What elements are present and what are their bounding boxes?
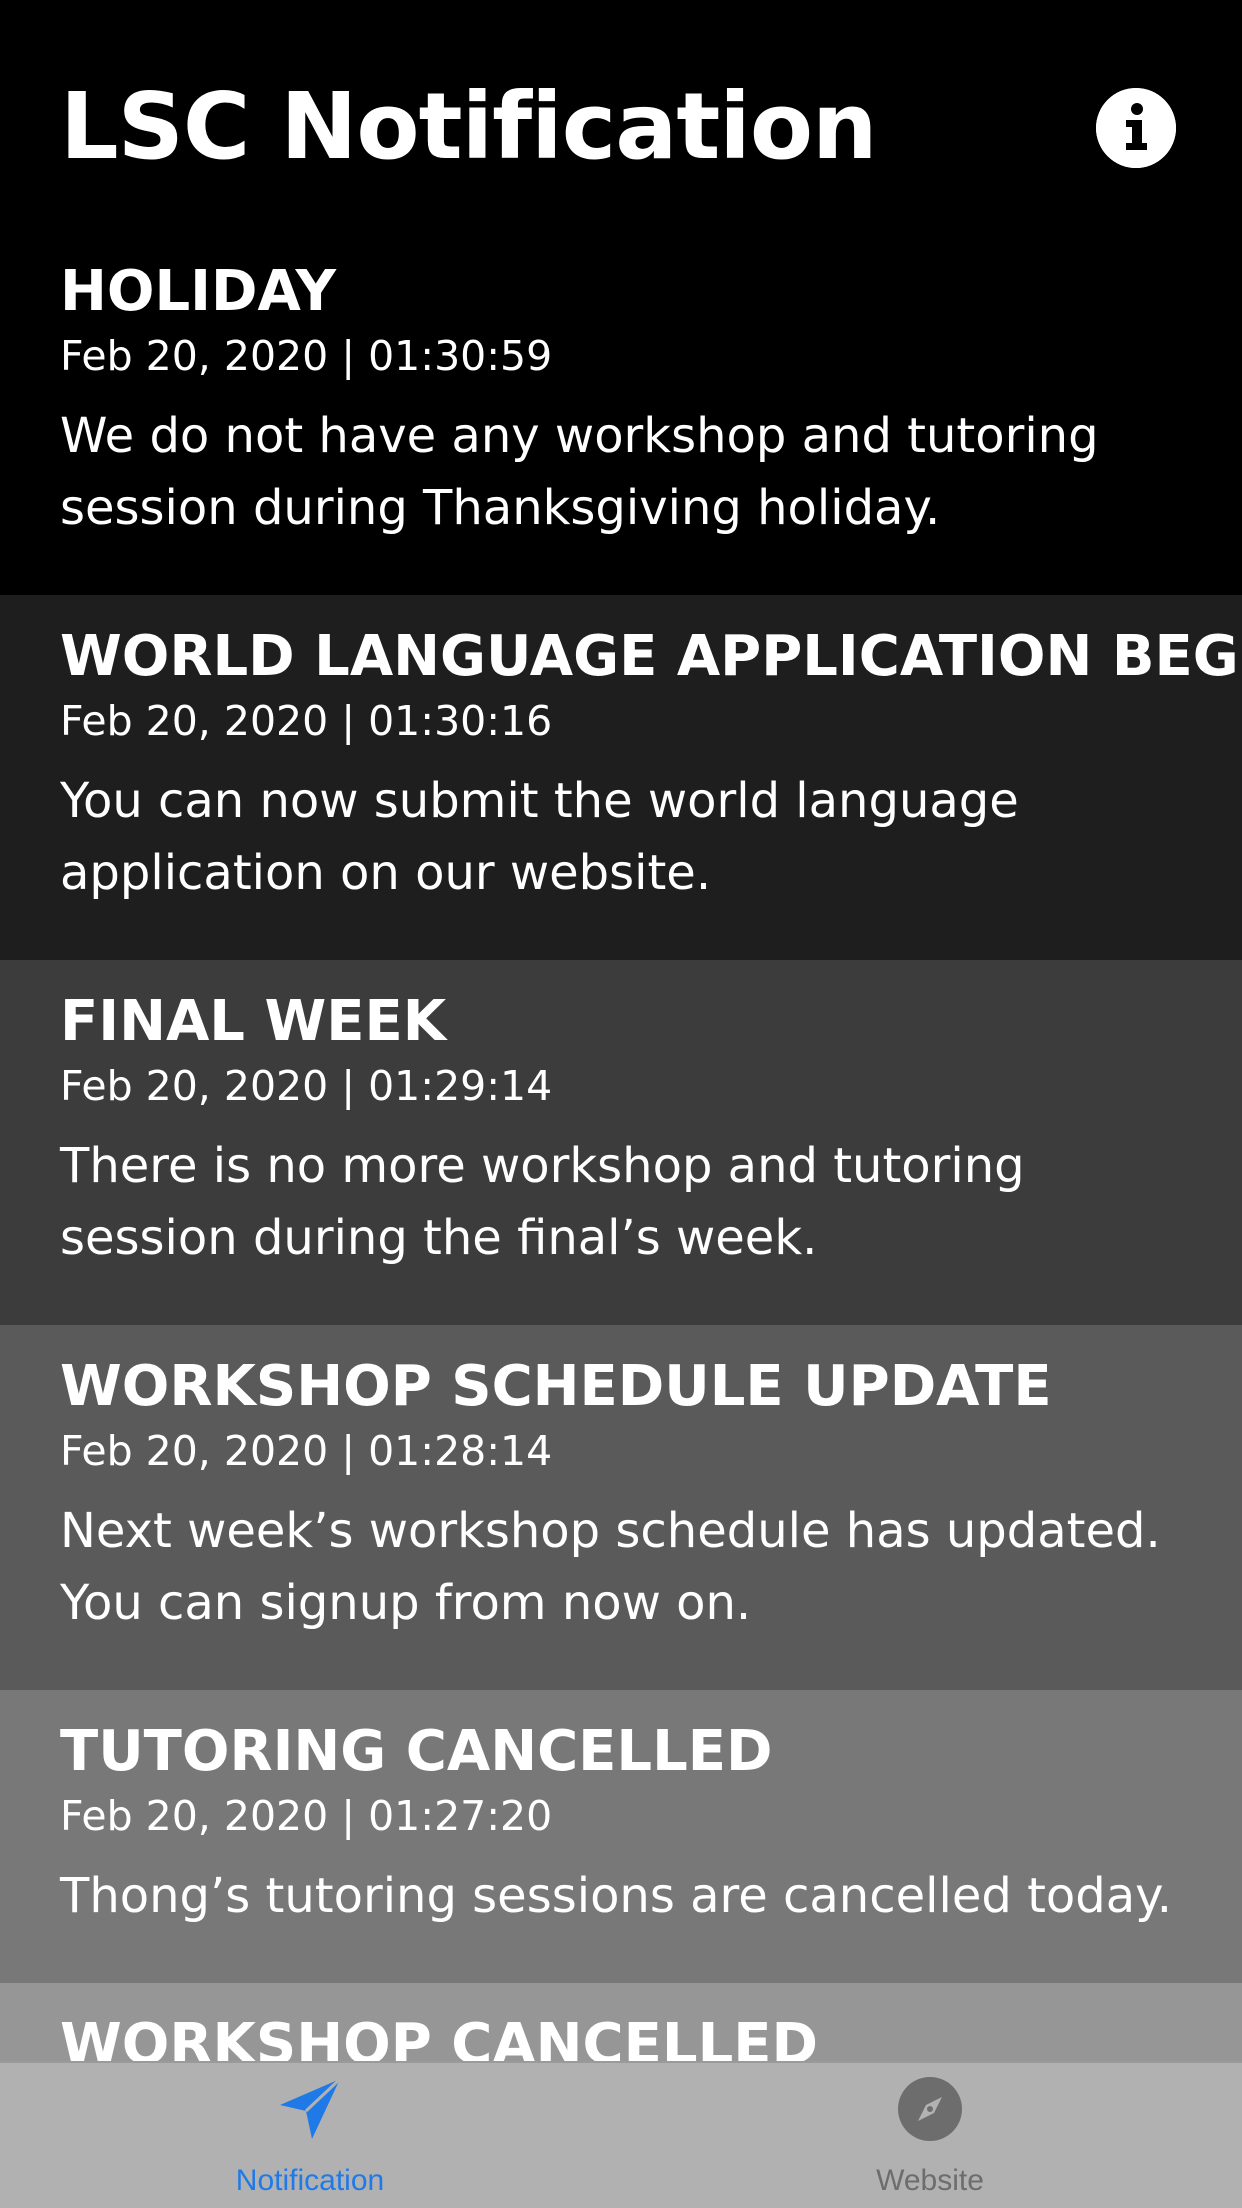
paper-plane-icon: [280, 2077, 342, 2139]
info-icon: [1096, 88, 1176, 168]
notification-body: You can now submit the world language ap…: [60, 773, 1019, 901]
notification-body: We do not have any workshop and tutoring…: [60, 408, 1099, 536]
notification-timestamp: Feb 20, 2020 | 01:28:14: [60, 1427, 553, 1475]
tab-website[interactable]: Website: [780, 2063, 1080, 2208]
notification-body: Next week’s workshop schedule has update…: [60, 1503, 1161, 1631]
notification-card[interactable]: TUTORING CANCELLED Feb 20, 2020 | 01:27:…: [0, 1690, 1242, 1983]
tab-bar: Notification Website: [0, 2061, 1242, 2208]
notification-title: FINAL WEEK: [60, 989, 447, 1054]
notification-body: There is no more workshop and tutoring s…: [60, 1138, 1025, 1266]
page-title: LSC Notification: [60, 73, 878, 180]
notification-title: HOLIDAY: [60, 259, 337, 324]
tab-notification[interactable]: Notification: [160, 2063, 460, 2208]
notification-timestamp: Feb 20, 2020 | 01:30:59: [60, 332, 553, 380]
compass-icon: [898, 2077, 962, 2141]
header: LSC Notification: [0, 0, 1242, 230]
notification-card[interactable]: WORKSHOP SCHEDULE UPDATE Feb 20, 2020 | …: [0, 1325, 1242, 1690]
notification-timestamp: Feb 20, 2020 | 01:27:20: [60, 1792, 553, 1840]
tab-notification-label: Notification: [235, 2164, 385, 2197]
notification-timestamp: Feb 20, 2020 | 01:29:14: [60, 1062, 553, 1110]
notification-title: WORLD LANGUAGE APPLICATION BEGIN: [60, 624, 1242, 689]
notification-card[interactable]: WORLD LANGUAGE APPLICATION BEGIN Feb 20,…: [0, 595, 1242, 960]
notification-card[interactable]: FINAL WEEK Feb 20, 2020 | 01:29:14 There…: [0, 960, 1242, 1325]
notification-title: WORKSHOP SCHEDULE UPDATE: [60, 1354, 1052, 1419]
notification-timestamp: Feb 20, 2020 | 01:30:16: [60, 697, 553, 745]
info-button[interactable]: [1096, 88, 1176, 168]
tab-website-label: Website: [876, 2164, 984, 2197]
notification-body: Thong’s tutoring sessions are cancelled …: [60, 1868, 1172, 1924]
notification-title: TUTORING CANCELLED: [60, 1719, 773, 1784]
notification-card[interactable]: HOLIDAY Feb 20, 2020 | 01:30:59 We do no…: [0, 230, 1242, 595]
